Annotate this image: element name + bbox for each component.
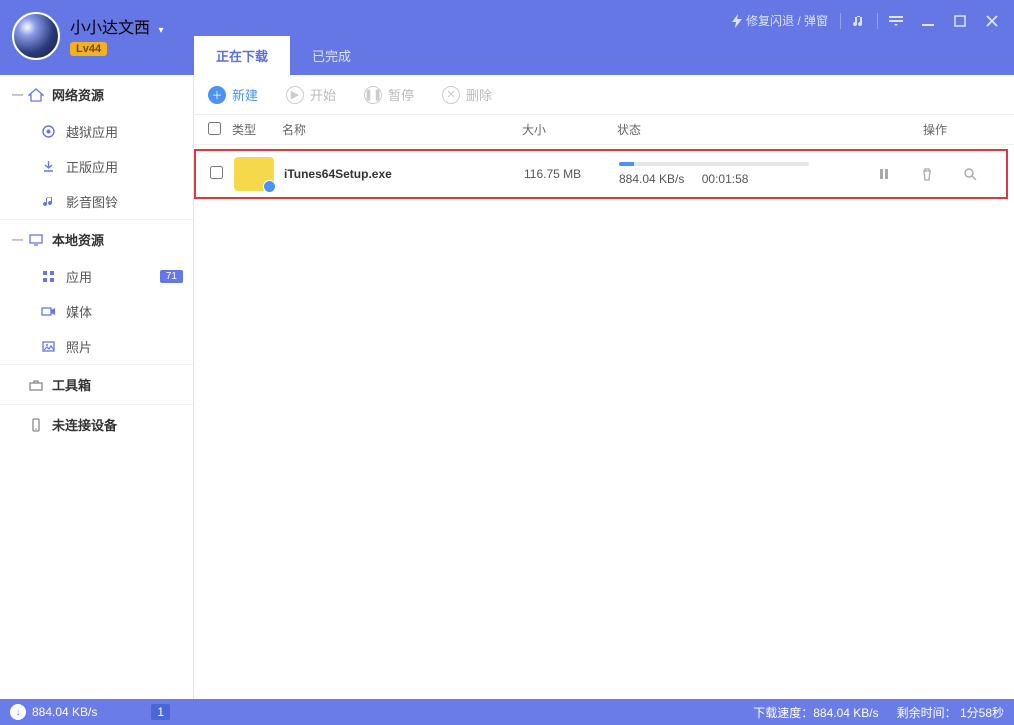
status-bar: ↓ 884.04 KB/s 1 下载速度：884.04 KB/s 剩余时间： 1… <box>0 699 1014 725</box>
home-icon <box>26 87 46 103</box>
sidebar-item-media-ringtone[interactable]: 影音图铃 <box>0 184 193 219</box>
maximize-button[interactable] <box>946 9 974 33</box>
download-icon <box>38 159 58 174</box>
user-avatar[interactable] <box>12 12 60 60</box>
delete-button[interactable]: ✕ 删除 <box>442 85 492 104</box>
sidebar-no-device-label: 未连接设备 <box>52 415 117 434</box>
user-block: 小小达文西 ▾ Lv44 <box>70 14 164 57</box>
fix-crash-button[interactable]: 修复闪退 / 弹窗 <box>724 8 836 33</box>
header-right: 修复闪退 / 弹窗 <box>724 8 1006 33</box>
collapse-icon: — <box>12 234 26 246</box>
new-download-button[interactable]: ＋ 新建 <box>208 85 258 104</box>
pause-button[interactable]: ❚❚ 暂停 <box>364 85 414 104</box>
sidebar-toolbox-label: 工具箱 <box>52 375 91 394</box>
status-dl-speed-label: 下载速度：884.04 KB/s <box>753 704 878 721</box>
download-speed: 884.04 KB/s <box>619 172 684 186</box>
close-button[interactable] <box>978 9 1006 33</box>
main-tabs: 正在下载 已完成 <box>194 36 373 75</box>
sidebar-item-photos[interactable]: 照片 <box>0 329 193 364</box>
fix-crash-label: 修复闪退 / 弹窗 <box>746 12 828 29</box>
music-icon[interactable] <box>845 9 873 33</box>
download-ops <box>862 167 992 181</box>
download-filename: iTunes64Setup.exe <box>284 167 524 181</box>
search-row-icon[interactable] <box>963 167 977 181</box>
username: 小小达文西 <box>70 20 150 37</box>
col-status: 状态 <box>617 121 870 138</box>
download-status: 884.04 KB/s 00:01:58 <box>619 162 862 186</box>
new-label: 新建 <box>232 85 258 104</box>
jailbreak-icon <box>38 124 58 139</box>
menu-icon[interactable] <box>882 9 910 33</box>
col-ops: 操作 <box>870 121 1000 138</box>
sidebar-item-label: 正版应用 <box>66 157 118 176</box>
sidebar-no-device[interactable]: — 未连接设备 <box>0 404 193 444</box>
app-header: 小小达文西 ▾ Lv44 修复闪退 / 弹窗 正在下载 已 <box>0 0 1014 75</box>
start-button[interactable]: ▶ 开始 <box>286 85 336 104</box>
progress-bar <box>619 162 809 166</box>
col-size: 大小 <box>522 121 617 138</box>
play-icon: ▶ <box>286 86 304 104</box>
tab-downloading[interactable]: 正在下载 <box>194 36 290 75</box>
delete-icon: ✕ <box>442 86 460 104</box>
sidebar-item-label: 照片 <box>66 337 92 356</box>
level-badge: Lv44 <box>70 42 107 56</box>
sidebar: — 网络资源 越狱应用 正版应用 影音图铃 — <box>0 75 194 699</box>
collapse-icon: — <box>12 89 26 101</box>
select-all-checkbox[interactable] <box>208 122 221 135</box>
download-indicator-icon: ↓ <box>10 704 26 720</box>
pause-icon: ❚❚ <box>364 86 382 104</box>
chevron-down-icon: ▾ <box>158 25 163 36</box>
download-size: 116.75 MB <box>524 167 619 181</box>
sidebar-item-genuine[interactable]: 正版应用 <box>0 149 193 184</box>
main-panel: ＋ 新建 ▶ 开始 ❚❚ 暂停 ✕ 删除 类型 名称 大小 状态 操作 <box>194 75 1014 699</box>
plus-icon: ＋ <box>208 86 226 104</box>
sidebar-item-label: 越狱应用 <box>66 122 118 141</box>
sidebar-group-label: 网络资源 <box>52 85 104 104</box>
lightning-icon <box>732 14 742 28</box>
sidebar-item-jailbreak[interactable]: 越狱应用 <box>0 114 193 149</box>
sidebar-item-apps[interactable]: 应用 71 <box>0 259 193 294</box>
username-row[interactable]: 小小达文西 ▾ <box>70 14 164 38</box>
status-count-badge: 1 <box>151 704 170 720</box>
status-right: 下载速度：884.04 KB/s 剩余时间： 1分58秒 <box>753 704 1004 721</box>
minimize-button[interactable] <box>914 9 942 33</box>
file-type-icon <box>234 157 274 191</box>
sidebar-item-label: 应用 <box>66 267 92 286</box>
delete-label: 删除 <box>466 85 492 104</box>
pause-row-icon[interactable] <box>877 167 891 181</box>
progress-fill <box>619 162 634 166</box>
apps-count-badge: 71 <box>160 270 183 283</box>
photo-icon <box>38 339 58 354</box>
video-icon <box>38 304 58 319</box>
tab-done[interactable]: 已完成 <box>290 36 373 75</box>
col-type: 类型 <box>232 121 282 138</box>
monitor-icon <box>26 232 46 248</box>
pause-label: 暂停 <box>388 85 414 104</box>
sidebar-item-media[interactable]: 媒体 <box>0 294 193 329</box>
row-checkbox[interactable] <box>210 166 223 179</box>
download-remaining: 00:01:58 <box>702 172 749 186</box>
column-headers: 类型 名称 大小 状态 操作 <box>194 115 1014 145</box>
col-name: 名称 <box>282 121 522 138</box>
separator <box>840 13 841 29</box>
download-row[interactable]: iTunes64Setup.exe 116.75 MB 884.04 KB/s … <box>194 149 1008 199</box>
sidebar-group-network[interactable]: — 网络资源 <box>0 75 193 114</box>
sidebar-item-label: 媒体 <box>66 302 92 321</box>
download-meta: 884.04 KB/s 00:01:58 <box>619 172 862 186</box>
sidebar-group-label: 本地资源 <box>52 230 104 249</box>
music-note-icon <box>38 194 58 209</box>
separator <box>877 13 878 29</box>
toolbox-icon <box>26 377 46 393</box>
sidebar-toolbox[interactable]: — 工具箱 <box>0 364 193 404</box>
device-icon <box>26 417 46 433</box>
start-label: 开始 <box>310 85 336 104</box>
sidebar-item-label: 影音图铃 <box>66 192 118 211</box>
status-left[interactable]: ↓ 884.04 KB/s 1 <box>10 704 170 720</box>
download-toolbar: ＋ 新建 ▶ 开始 ❚❚ 暂停 ✕ 删除 <box>194 75 1014 115</box>
sidebar-group-local[interactable]: — 本地资源 <box>0 219 193 259</box>
apps-icon <box>38 269 58 284</box>
status-speed: 884.04 KB/s <box>32 705 97 719</box>
delete-row-icon[interactable] <box>920 167 934 181</box>
status-remain-label: 剩余时间： 1分58秒 <box>897 704 1004 721</box>
